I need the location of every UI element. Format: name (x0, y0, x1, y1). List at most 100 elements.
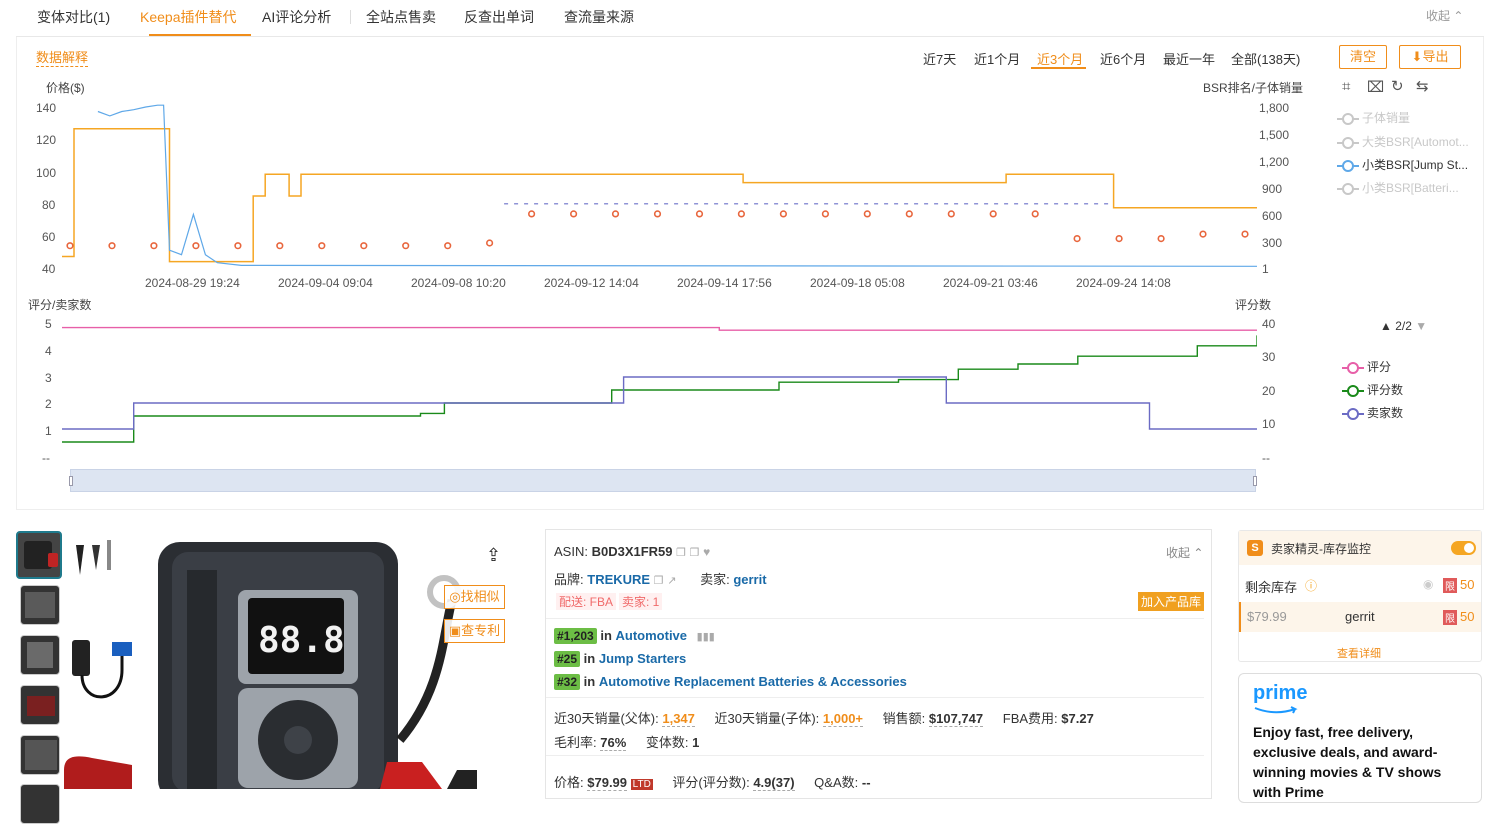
carry-case (64, 756, 132, 789)
rank-category-link[interactable]: Automotive (616, 628, 688, 643)
x-tick: 2024-09-08 10:20 (411, 276, 506, 290)
thumbnail-6[interactable] (20, 784, 60, 824)
y2-tick: 300 (1262, 236, 1283, 250)
thumbnail-5[interactable] (20, 735, 60, 775)
chevron-up-icon: ⌃ (1453, 9, 1464, 23)
slider-left-handle[interactable] (69, 476, 73, 486)
sales-dot (737, 210, 746, 218)
help-icon[interactable]: ⓘ (1305, 577, 1317, 594)
margin-value: 76% (600, 735, 627, 751)
external-link-icon[interactable]: ↗ (667, 575, 676, 587)
y2-tick: 1,500 (1259, 128, 1290, 142)
price-bsr-chart[interactable] (62, 100, 1257, 275)
swap-icon[interactable]: ⇆ (1416, 77, 1429, 95)
legend-rating[interactable]: 评分 (1342, 358, 1391, 375)
tab-variant-compare[interactable]: 变体对比(1) (37, 7, 110, 27)
tab-ai-review[interactable]: AI评论分析 (262, 7, 331, 27)
rating-seller-axis-label: 评分/卖家数 (28, 298, 92, 312)
copy-icon[interactable]: ❐ (676, 547, 686, 559)
range-1m[interactable]: 近1个月 (974, 49, 1020, 68)
seller-link[interactable]: gerrit (733, 572, 766, 587)
qa-value: -- (861, 775, 871, 790)
range-7d[interactable]: 近7天 (923, 49, 956, 68)
refresh-icon[interactable]: ↻ (1391, 77, 1404, 95)
y2-tick: -- (1262, 451, 1270, 465)
tab-traffic-source[interactable]: 查流量来源 (564, 7, 634, 27)
stock-toggle[interactable] (1451, 541, 1476, 555)
copy-link-icon[interactable]: ❐ (690, 547, 700, 559)
range-1y[interactable]: 最近一年 (1163, 49, 1215, 68)
legend-main-bsr[interactable]: 大类BSR[Automot... (1337, 133, 1469, 150)
legend-child-sales[interactable]: 子体销量 (1337, 109, 1410, 126)
tab-reverse-keyword[interactable]: 反查出单词 (464, 7, 534, 27)
add-to-library-button[interactable]: 加入产品库 (1138, 592, 1205, 611)
slider-right-handle[interactable] (1253, 476, 1257, 486)
range-3m[interactable]: 近3个月 (1037, 49, 1083, 68)
y-tick: 40 (42, 262, 56, 276)
legend-seller-count[interactable]: 卖家数 (1342, 404, 1403, 421)
view-details-link[interactable]: 查看详细 (1337, 645, 1381, 661)
info-collapse-button[interactable]: 收起 ⌃ (1166, 544, 1203, 561)
caret-up-icon[interactable]: ▲ (1380, 319, 1392, 333)
caret-down-icon[interactable]: ▼ (1415, 319, 1427, 333)
legend-review-count[interactable]: 评分数 (1342, 381, 1403, 398)
rank-row-1: #1,203 in Automotive ▮▮▮ (554, 628, 715, 644)
price-row: 价格: $79.99 LTD 评分(评分数): 4.9(37) Q&A数: -- (554, 775, 871, 791)
export-button[interactable]: ⬇导出 (1399, 45, 1461, 69)
y2-tick: 1 (1262, 262, 1269, 276)
range-all[interactable]: 全部(138天) (1231, 49, 1300, 68)
variants-value: 1 (692, 735, 700, 750)
rank-category-link[interactable]: Automotive Replacement Batteries & Acces… (599, 674, 907, 689)
legend-sub-bsr-jump[interactable]: 小类BSR[Jump St... (1337, 156, 1468, 173)
clear-button[interactable]: 清空 (1339, 45, 1387, 69)
bar-chart-icon[interactable]: ▮▮▮ (697, 631, 715, 643)
stock-row-value: 50 (1460, 609, 1475, 624)
legend-sub-bsr-batteries[interactable]: 小类BSR[Batteri... (1337, 179, 1459, 196)
patent-icon: ▣ (448, 623, 462, 638)
black-clamp (447, 770, 477, 789)
x-tick: 2024-09-24 14:08 (1076, 276, 1171, 290)
sales-dot (444, 242, 452, 250)
copy-icon[interactable]: ❐ (654, 575, 664, 587)
rank-row-2: #25 in Jump Starters (554, 651, 686, 667)
prime-ad-panel[interactable]: prime Enjoy fast, free delivery, exclusi… (1238, 673, 1482, 803)
tab-all-sites[interactable]: 全站点售卖 (366, 7, 436, 27)
camera-icon[interactable]: ◉ (1423, 577, 1433, 591)
y-tick: 140 (36, 101, 57, 115)
tab-keepa[interactable]: Keepa插件替代 (140, 7, 236, 27)
share-icon[interactable]: ⇪ (486, 545, 501, 566)
thumbnail-4[interactable] (20, 685, 60, 725)
data-explain-link[interactable]: 数据解释 (36, 47, 89, 67)
thumbnail-2[interactable] (20, 585, 60, 625)
crop-icon[interactable]: ⌗ (1342, 78, 1350, 95)
heart-icon[interactable]: ♥ (703, 545, 710, 559)
y-tick: 120 (36, 133, 57, 147)
stock-row-seller: gerrit (1345, 609, 1375, 624)
brand-link[interactable]: TREKURE (587, 572, 650, 587)
asin-value[interactable]: B0D3X1FR59 (592, 544, 673, 559)
range-6m[interactable]: 近6个月 (1100, 49, 1146, 68)
sales-dot (66, 242, 74, 250)
sales-dot (863, 210, 871, 218)
seller-count-series-line (62, 376, 1257, 430)
product-image[interactable]: 88.8 (62, 530, 532, 789)
sales-dot (108, 242, 116, 250)
legend-pager[interactable]: ▲ 2/2 ▼ (1380, 319, 1427, 333)
rank-category-link[interactable]: Jump Starters (599, 651, 686, 666)
bsr-axis-label: BSR排名/子体销量 (1203, 81, 1304, 95)
thumbnail-1[interactable] (16, 531, 62, 579)
zoom-reset-icon[interactable]: ⌧ (1367, 78, 1384, 96)
collapse-button[interactable]: 收起 ⌃ (1426, 7, 1463, 24)
bsr-series-line (97, 104, 1257, 267)
sales-dot (276, 242, 284, 250)
sales-dot (611, 210, 620, 218)
rating-chart[interactable] (62, 318, 1257, 460)
camera-icon: ◎ (449, 589, 461, 604)
check-patent-button[interactable]: ▣查专利 (444, 619, 505, 643)
y-tick: 3 (45, 371, 52, 385)
sales-dot (779, 210, 788, 218)
thumbnail-3[interactable] (20, 635, 60, 675)
find-similar-button[interactable]: ◎找相似 (444, 585, 505, 609)
sales-dot (1073, 235, 1081, 243)
range-slider[interactable] (69, 469, 1257, 492)
